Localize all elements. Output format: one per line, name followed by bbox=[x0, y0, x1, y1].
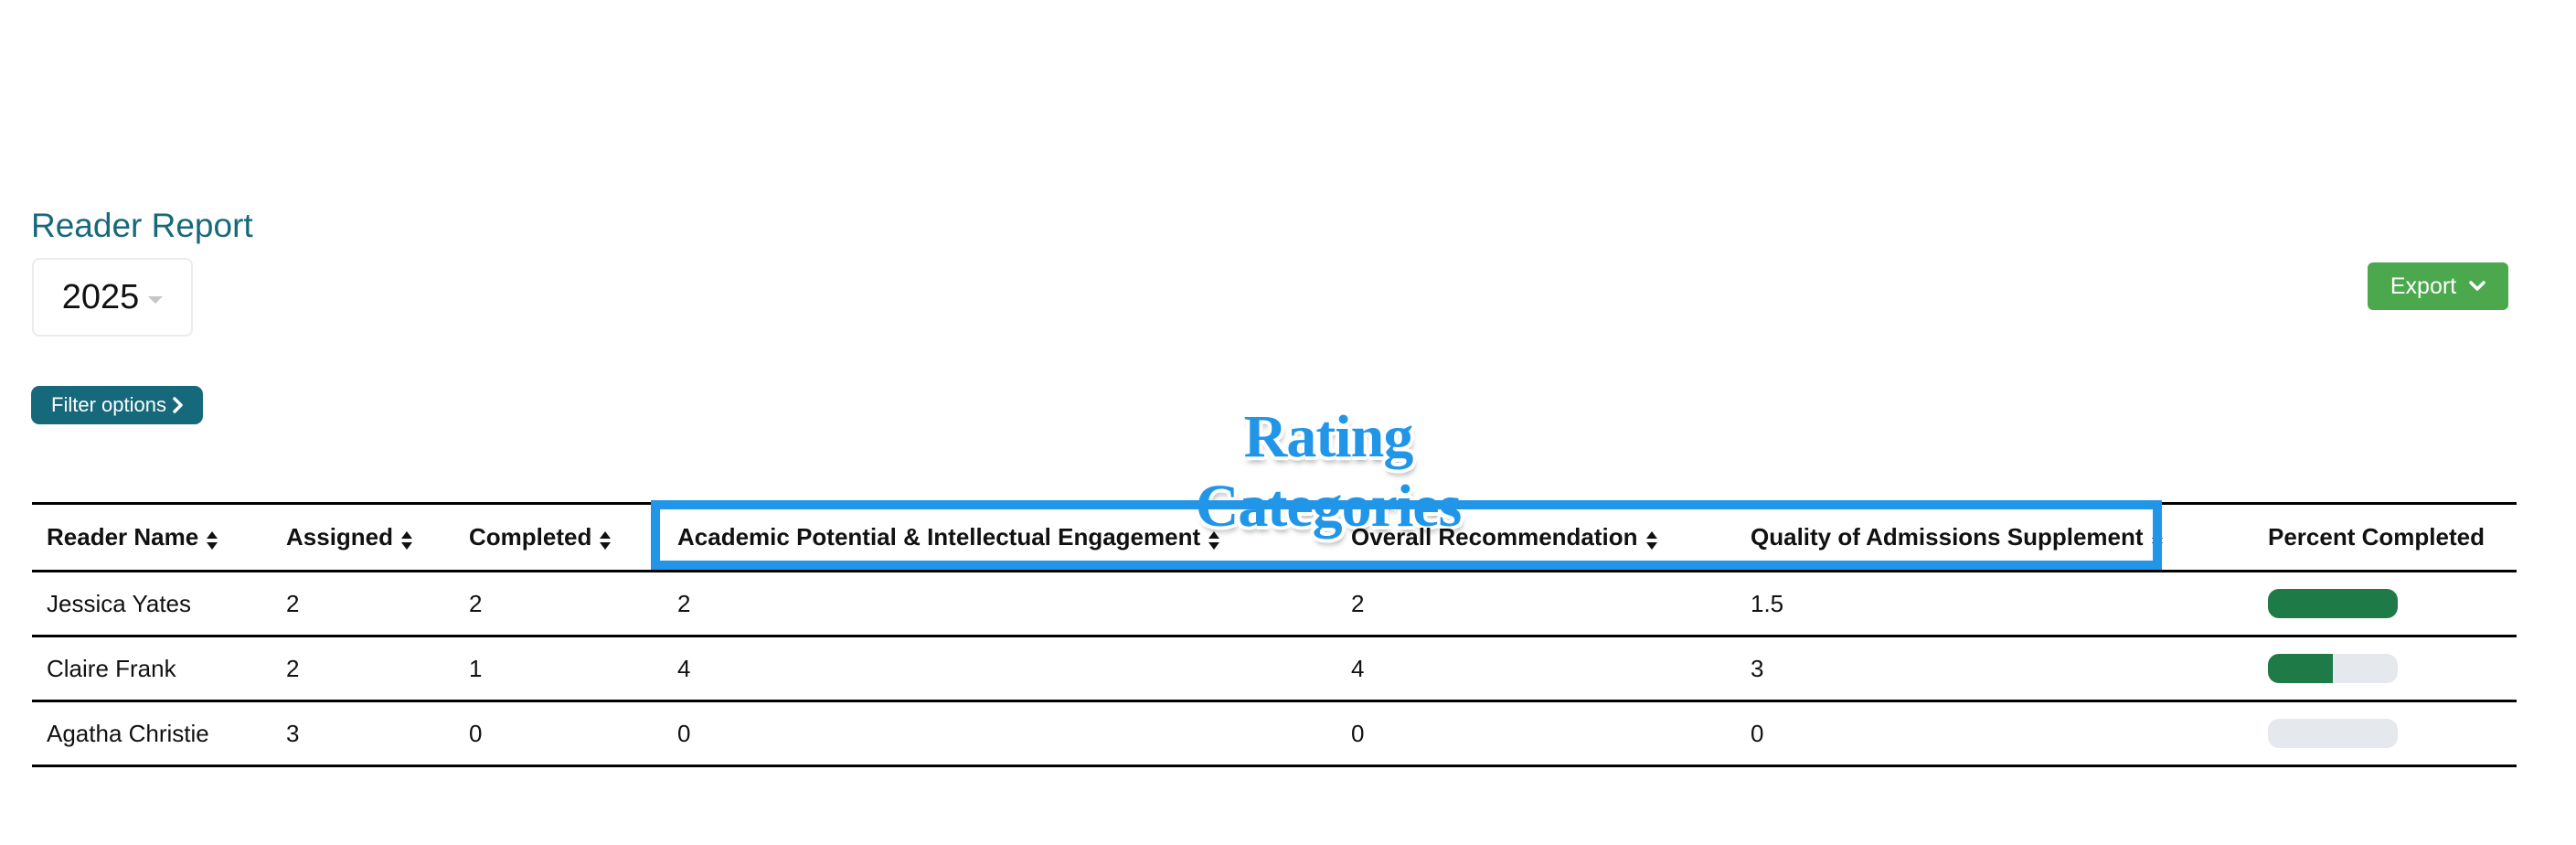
cell-assigned: 3 bbox=[271, 700, 454, 767]
cell-reader-name: Claire Frank bbox=[32, 635, 271, 702]
cell-completed: 0 bbox=[454, 700, 663, 767]
cell-percent-completed bbox=[2253, 700, 2517, 767]
column-header-overall-recommendation[interactable]: Overall Recommendation bbox=[1336, 502, 1736, 572]
cell-percent-completed bbox=[2253, 635, 2517, 702]
progress-bar bbox=[2268, 589, 2398, 618]
filter-options-label: Filter options bbox=[51, 393, 166, 416]
column-header-label: Assigned bbox=[286, 523, 394, 551]
cell-academic-potential: 2 bbox=[663, 570, 1336, 637]
caret-down-icon bbox=[148, 296, 164, 304]
cell-reader-name: Agatha Christie bbox=[32, 700, 271, 767]
progress-bar-fill bbox=[2268, 589, 2398, 618]
sort-icon[interactable] bbox=[400, 529, 413, 551]
column-header-label: Overall Recommendation bbox=[1351, 523, 1638, 551]
column-header-label: Quality of Admissions Supplement bbox=[1751, 523, 2144, 551]
page-title: Reader Report bbox=[31, 207, 253, 244]
column-header-label: Percent Completed bbox=[2268, 523, 2485, 551]
export-button-label: Export bbox=[2390, 273, 2457, 299]
cell-quality-of-admissions-supplement: 0 bbox=[1736, 700, 2253, 767]
cell-overall-recommendation: 4 bbox=[1336, 635, 1736, 702]
cell-academic-potential: 4 bbox=[663, 635, 1336, 702]
cell-percent-completed bbox=[2253, 570, 2517, 637]
table-body: Jessica Yates 2 2 2 2 1.5 Claire Frank 2 1 4 4 3 Aga… bbox=[32, 570, 2517, 767]
export-button[interactable]: Export bbox=[2368, 262, 2508, 310]
progress-bar bbox=[2268, 719, 2398, 748]
progress-bar bbox=[2268, 654, 2398, 683]
filter-options-button[interactable]: Filter options bbox=[31, 386, 203, 424]
chevron-down-icon bbox=[2469, 281, 2486, 291]
sort-icon[interactable] bbox=[206, 529, 218, 551]
column-header-label: Reader Name bbox=[47, 523, 199, 551]
table-header-row: Reader Name Assigned Completed Academic Pot… bbox=[32, 502, 2517, 572]
cell-assigned: 2 bbox=[271, 570, 454, 637]
year-select-value: 2025 bbox=[61, 277, 140, 316]
sort-icon[interactable] bbox=[599, 529, 612, 551]
column-header-reader-name[interactable]: Reader Name bbox=[32, 502, 271, 572]
cell-academic-potential: 0 bbox=[663, 700, 1336, 767]
chevron-right-icon bbox=[173, 397, 183, 413]
sort-icon[interactable] bbox=[1208, 529, 1220, 551]
cell-overall-recommendation: 2 bbox=[1336, 570, 1736, 637]
cell-completed: 1 bbox=[454, 635, 663, 702]
cell-assigned: 2 bbox=[271, 635, 454, 702]
column-header-label: Completed bbox=[469, 523, 592, 551]
year-select[interactable]: 2025 bbox=[32, 258, 193, 337]
reader-report-table: Reader Name Assigned Completed Academic Pot… bbox=[32, 502, 2517, 767]
cell-quality-of-admissions-supplement: 3 bbox=[1736, 635, 2253, 702]
column-header-label: Academic Potential & Intellectual Engage… bbox=[677, 523, 1201, 551]
sort-icon[interactable] bbox=[1645, 529, 1658, 551]
cell-reader-name: Jessica Yates bbox=[32, 570, 271, 637]
cell-quality-of-admissions-supplement: 1.5 bbox=[1736, 570, 2253, 637]
cell-overall-recommendation: 0 bbox=[1336, 700, 1736, 767]
table-row: Jessica Yates 2 2 2 2 1.5 bbox=[32, 570, 2517, 637]
column-header-assigned[interactable]: Assigned bbox=[271, 502, 454, 572]
table-row: Claire Frank 2 1 4 4 3 bbox=[32, 635, 2517, 702]
column-header-quality-of-admissions-supplement[interactable]: Quality of Admissions Supplement bbox=[1736, 502, 2253, 572]
table-row: Agatha Christie 3 0 0 0 0 bbox=[32, 700, 2517, 767]
cell-completed: 2 bbox=[454, 570, 663, 637]
column-header-percent-completed: Percent Completed bbox=[2253, 502, 2517, 572]
reader-report-table-container: Reader Name Assigned Completed Academic Pot… bbox=[32, 502, 2517, 767]
column-header-completed[interactable]: Completed bbox=[454, 502, 663, 572]
progress-bar-fill bbox=[2268, 654, 2333, 683]
sort-icon[interactable] bbox=[2151, 529, 2164, 551]
column-header-academic-potential[interactable]: Academic Potential & Intellectual Engage… bbox=[663, 502, 1336, 572]
